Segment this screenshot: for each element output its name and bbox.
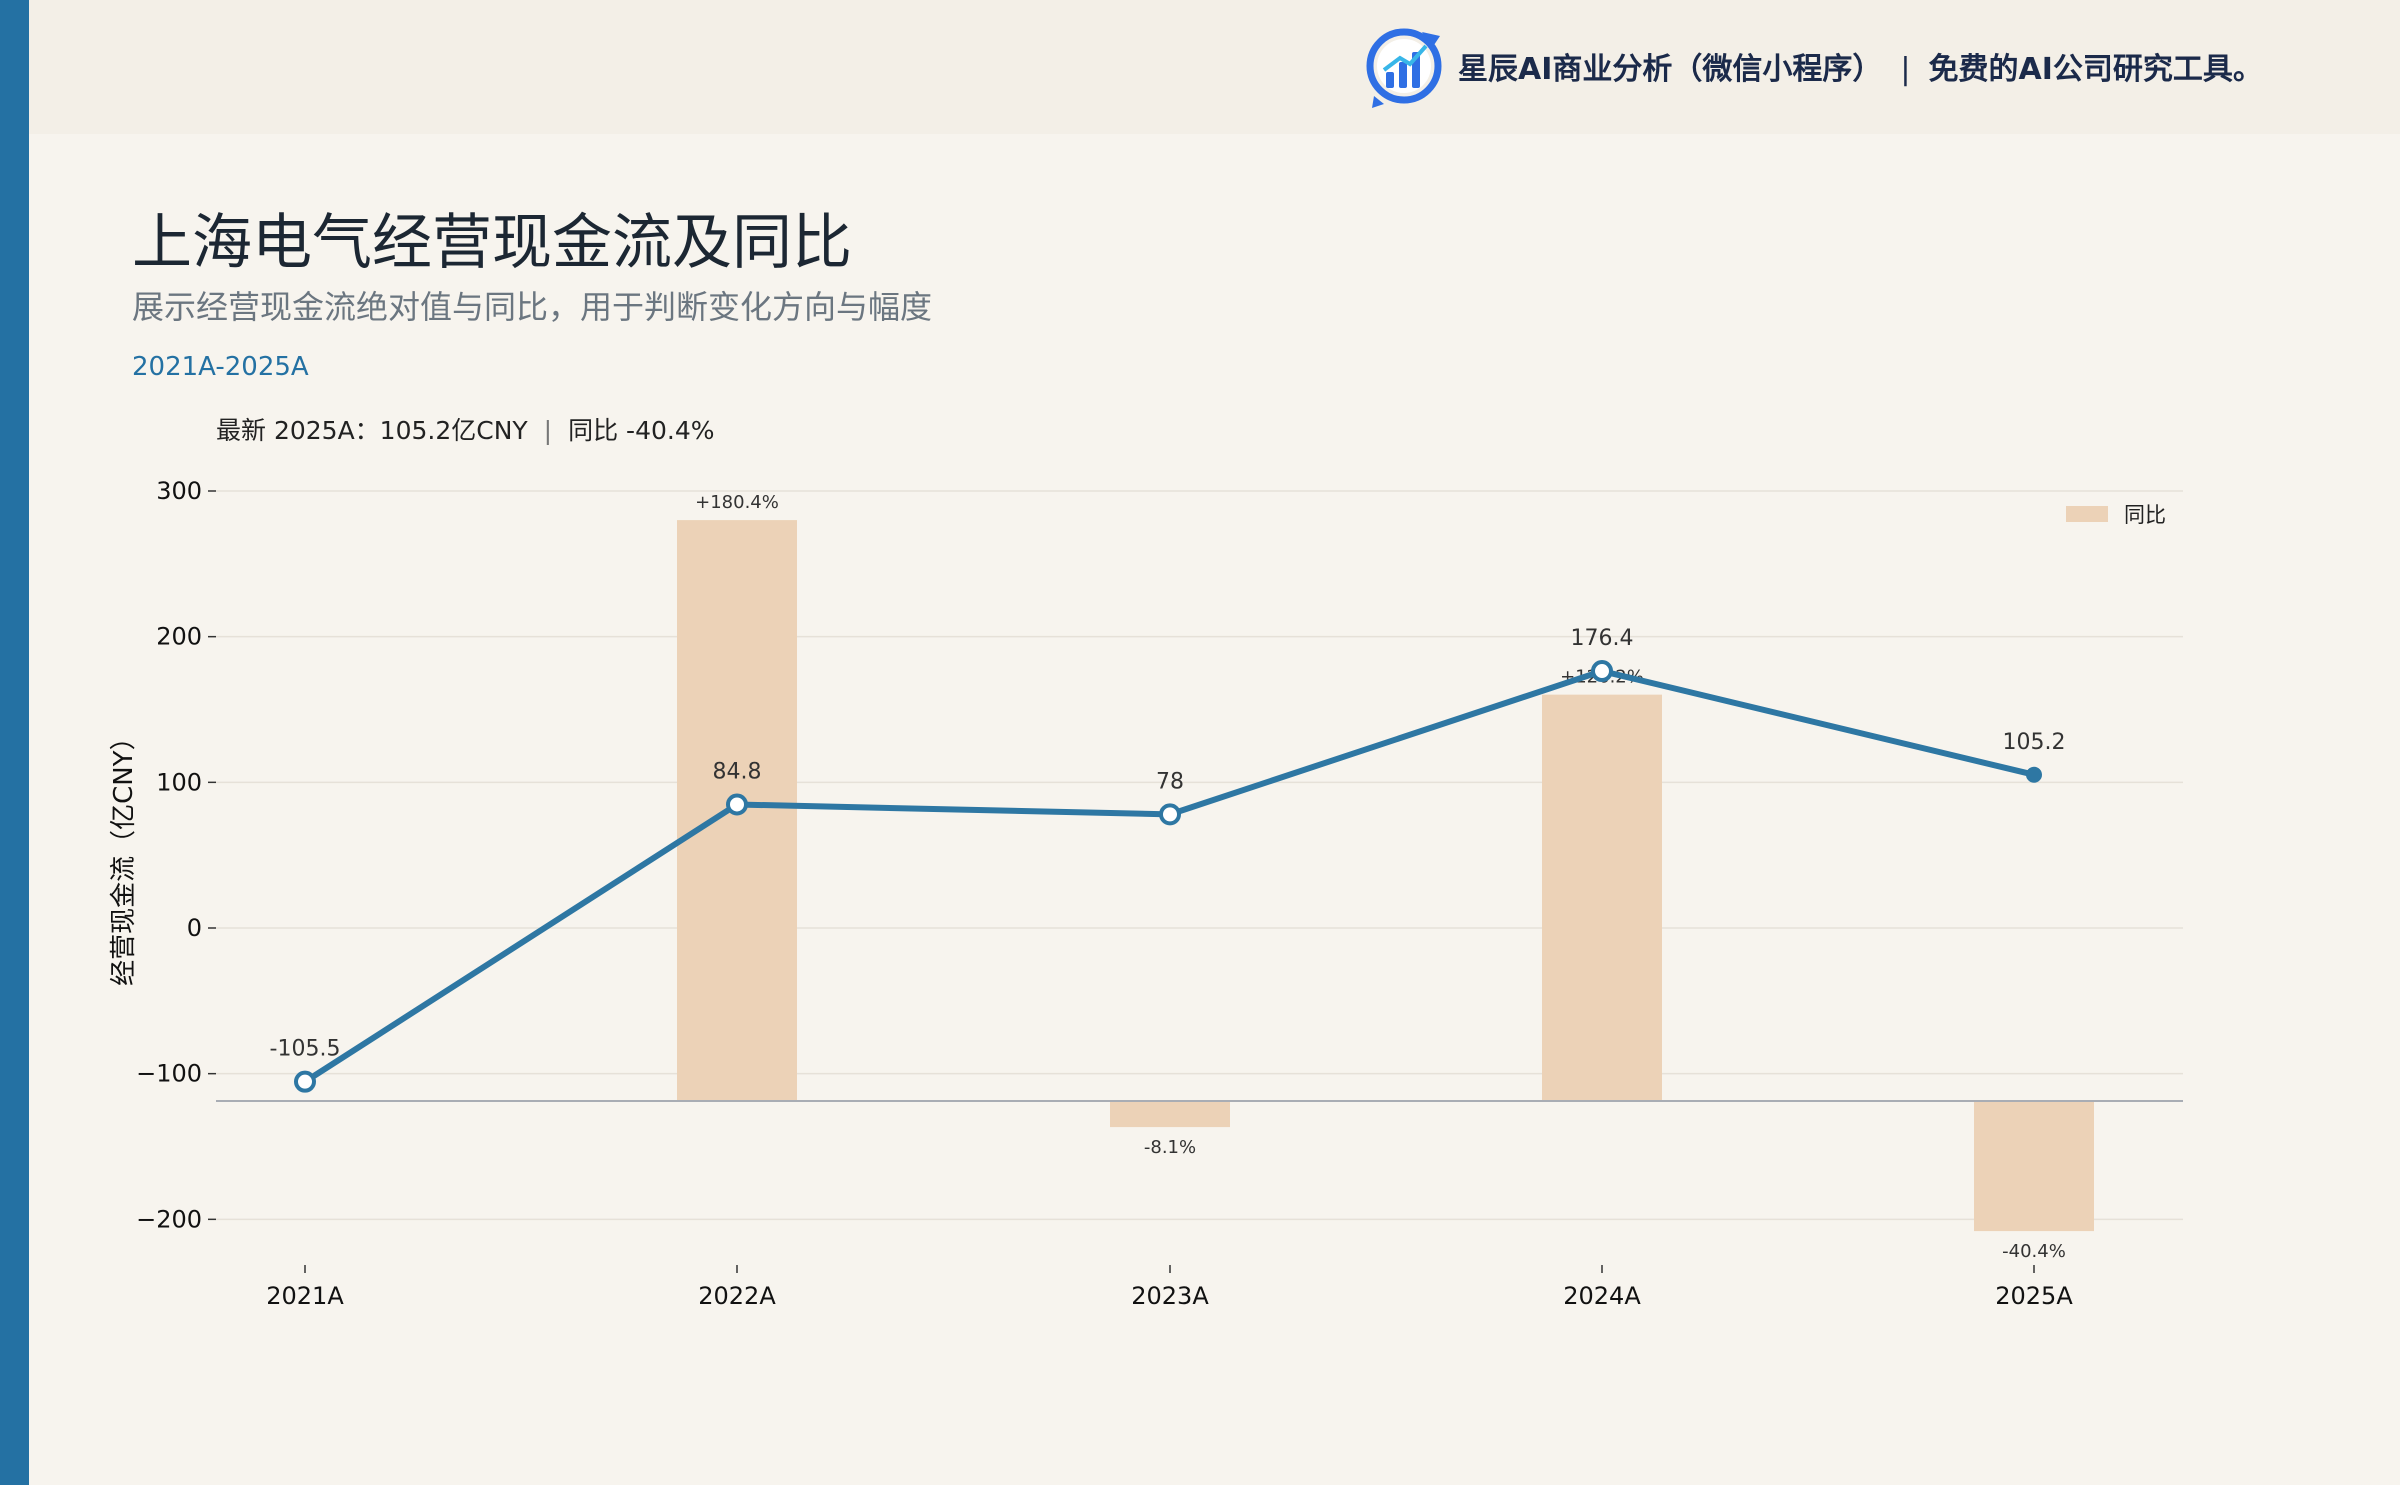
cashflow-value-label: -105.5	[270, 1037, 341, 1062]
cashflow-value-label: 176.4	[1571, 626, 1634, 651]
cashflow-point	[726, 793, 748, 816]
x-tick-label: 2023A	[1131, 1282, 1209, 1310]
yoy-bar-label: +180.4%	[695, 492, 779, 513]
y-axis-title: 经营现金流（亿CNY）	[109, 724, 139, 986]
x-tick-label: 2021A	[266, 1282, 344, 1310]
cashflow-chart: 300 200 100 0 −100 −200 经营现金流（亿CNY） 2021A 2022A 2…	[109, 477, 2183, 1310]
legend-label: 同比	[2124, 503, 2166, 527]
y-tick-label: 200	[156, 623, 202, 651]
cashflow-point	[294, 1070, 316, 1093]
y-tick-label: 100	[156, 768, 202, 796]
cashflow-point	[1591, 660, 1613, 683]
y-tick-label: −200	[136, 1205, 202, 1233]
x-tick-label: 2024A	[1563, 1282, 1641, 1310]
y-tick-label: 300	[156, 477, 202, 505]
cashflow-point	[1159, 803, 1181, 826]
y-tick-label: −100	[136, 1060, 202, 1088]
y-tick-label: 0	[187, 914, 202, 942]
cashflow-point	[2026, 766, 2042, 783]
cashflow-value-label: 84.8	[713, 759, 762, 784]
x-tick-label: 2022A	[698, 1282, 776, 1310]
cashflow-value-label: 105.2	[2003, 730, 2066, 755]
yoy-bar	[1110, 1101, 1230, 1128]
cashflow-value-label: 78	[1156, 769, 1184, 794]
legend-swatch	[2066, 506, 2108, 522]
yoy-bar-label: -40.4%	[2002, 1241, 2066, 1262]
yoy-bar	[1974, 1101, 2094, 1232]
cashflow-line	[303, 668, 2035, 1085]
x-tick-label: 2025A	[1995, 1282, 2073, 1310]
yoy-bar	[1542, 694, 1662, 1101]
yoy-bar-label: -8.1%	[1144, 1137, 1196, 1158]
